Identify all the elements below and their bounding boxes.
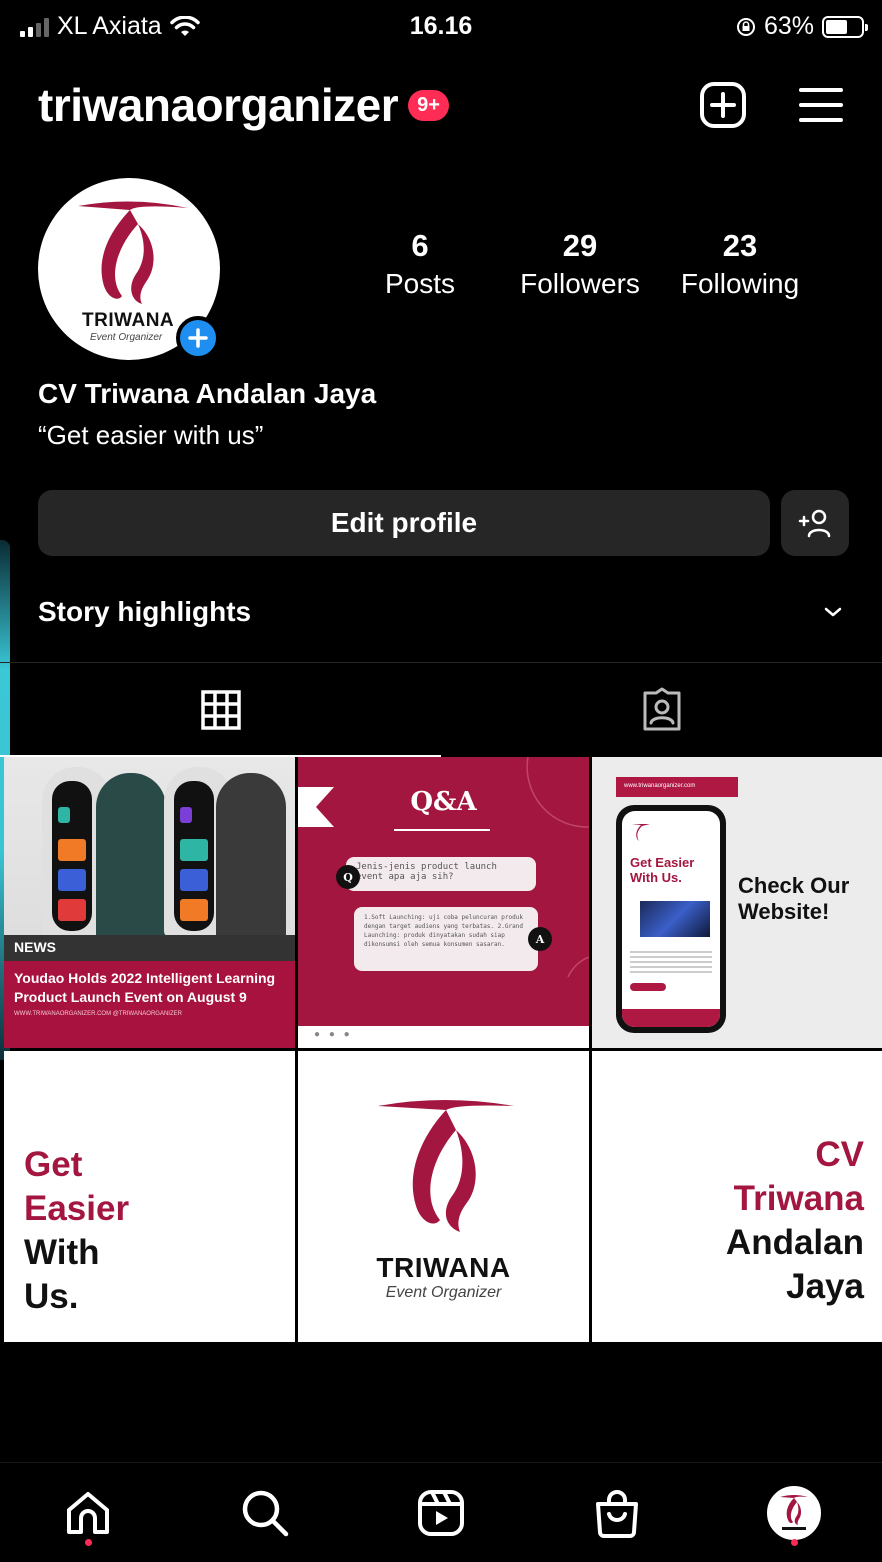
header-actions <box>698 80 844 130</box>
shop-icon <box>596 1489 639 1538</box>
nav-search[interactable] <box>230 1478 300 1548</box>
news-headline: Youdao Holds 2022 Intelligent Learning P… <box>14 970 276 1005</box>
qa-underline <box>394 829 490 831</box>
plus-icon <box>188 328 208 348</box>
tab-tagged[interactable] <box>441 663 882 757</box>
posts-grid: NEWS Youdao Holds 2022 Intelligent Learn… <box>4 757 882 1342</box>
story-highlights-title: Story highlights <box>38 596 252 627</box>
post-news[interactable]: NEWS Youdao Holds 2022 Intelligent Learn… <box>4 757 295 1048</box>
post-website[interactable]: www.triwanaorganizer.com Get Easier With… <box>592 757 882 1048</box>
stat-following[interactable]: 23 Following <box>660 228 820 300</box>
notification-dot <box>790 1538 798 1546</box>
bottom-navigation <box>0 1462 882 1562</box>
stat-value: 23 <box>722 228 758 263</box>
logo-word: TRIWANA <box>376 1251 511 1283</box>
nav-reels[interactable] <box>406 1478 476 1548</box>
chevron-down-icon[interactable] <box>822 605 844 619</box>
edit-profile-button[interactable]: Edit profile <box>38 490 770 556</box>
news-tag: NEWS <box>4 935 295 961</box>
post-get-easier[interactable]: Get Easier With Us. <box>4 1051 295 1342</box>
profile-avatar-wrap[interactable]: TRIWANA Event Organizer <box>38 178 222 362</box>
stat-followers[interactable]: 29 Followers <box>500 228 660 300</box>
news-photo <box>4 757 295 943</box>
post-logo[interactable]: TRIWANA Event Organizer <box>298 1051 589 1342</box>
qa-question: Jenis-jenis product launch event apa aja… <box>346 857 536 891</box>
stat-value: 29 <box>562 228 598 263</box>
create-post-icon[interactable] <box>698 80 748 130</box>
tagged-icon <box>643 687 680 731</box>
carousel-dots-icon: ● ● ● <box>314 1029 353 1040</box>
discover-people-button[interactable] <box>781 490 849 556</box>
brand-logo-mark <box>632 824 650 841</box>
profile-bio: “Get easier with us” <box>38 420 264 450</box>
nav-shop[interactable] <box>582 1478 652 1548</box>
username-switcher[interactable]: triwanaorganizer <box>38 78 399 132</box>
qa-a-badge: A <box>528 927 552 951</box>
battery-icon <box>822 15 868 38</box>
phone-screen-text <box>630 951 712 973</box>
qa-answer: 1.Soft Launching: uji coba peluncuran pr… <box>354 907 538 971</box>
grid-icon <box>200 690 241 730</box>
notification-badge[interactable]: 9+ <box>408 89 449 121</box>
reels-icon <box>417 1489 464 1536</box>
phone-mockup: Get Easier With Us. <box>616 805 726 1033</box>
stat-posts[interactable]: 6 Posts <box>340 228 500 300</box>
phone-screen-button <box>630 983 666 991</box>
news-headline-box: Youdao Holds 2022 Intelligent Learning P… <box>4 961 295 1048</box>
profile-tabs <box>0 663 882 757</box>
phone-screen-footer <box>622 1009 720 1027</box>
get-easier-line: Us. <box>24 1277 79 1316</box>
get-easier-line: Easier <box>24 1189 130 1228</box>
stat-label: Following <box>680 268 800 299</box>
notification-dot <box>85 1538 93 1546</box>
logo-sub: Event Organizer <box>385 1283 502 1301</box>
add-story-button[interactable] <box>176 316 220 360</box>
story-highlights-row[interactable]: Story highlights <box>38 596 844 628</box>
profile-stats: 6 Posts 29 Followers 23 Following <box>340 228 820 300</box>
stat-label: Followers <box>520 268 640 299</box>
cv-line: CV <box>815 1135 864 1174</box>
status-right: 63% <box>736 12 868 41</box>
search-icon <box>242 1490 288 1536</box>
cv-line: Andalan <box>725 1223 864 1262</box>
post-qa[interactable]: Q&A Jenis-jenis product launch event apa… <box>298 757 589 1048</box>
website-headline: Check Our Website! <box>738 873 850 924</box>
get-easier-line: With <box>24 1233 100 1272</box>
menu-icon[interactable] <box>798 85 844 125</box>
phone-screen-image <box>640 901 710 937</box>
status-bar: XL Axiata 16.16 63% <box>0 0 882 56</box>
nav-home[interactable] <box>53 1478 123 1548</box>
home-icon <box>67 1491 110 1534</box>
tab-grid[interactable] <box>0 663 441 757</box>
stat-value: 6 <box>411 228 429 263</box>
profile-full-name: CV Triwana Andalan Jaya <box>38 378 377 409</box>
news-footer: WWW.TRIWANAORGANIZER.COM @TRIWANAORGANIZ… <box>14 1011 182 1017</box>
brand-logo-mark <box>377 1099 514 1232</box>
avatar-logo-sub: Event Organizer <box>90 332 163 343</box>
phone-title-text: Get Easier With Us. <box>630 855 695 885</box>
profile-header: triwanaorganizer 9+ <box>38 70 844 140</box>
nav-profile[interactable] <box>759 1478 829 1548</box>
avatar-logo-word: TRIWANA <box>82 310 175 331</box>
brand-logo-mark <box>779 1494 808 1530</box>
device-image <box>216 773 286 943</box>
add-person-icon <box>798 509 831 538</box>
phone-screen-title: Get Easier With Us. <box>630 855 720 885</box>
qa-q-badge: Q <box>336 865 360 889</box>
orientation-lock-icon <box>736 17 755 36</box>
cv-line: Triwana <box>733 1179 864 1218</box>
battery-percent: 63% <box>763 12 814 40</box>
website-url: www.triwanaorganizer.com <box>616 777 738 797</box>
profile-avatar <box>766 1485 821 1540</box>
get-easier-line: Get <box>24 1145 83 1184</box>
post-cv[interactable]: CV Triwana Andalan Jaya <box>592 1051 882 1342</box>
stat-label: Posts <box>384 268 456 299</box>
device-image <box>96 773 166 943</box>
qa-title: Q&A <box>410 787 477 817</box>
cv-line: Jaya <box>786 1267 864 1306</box>
